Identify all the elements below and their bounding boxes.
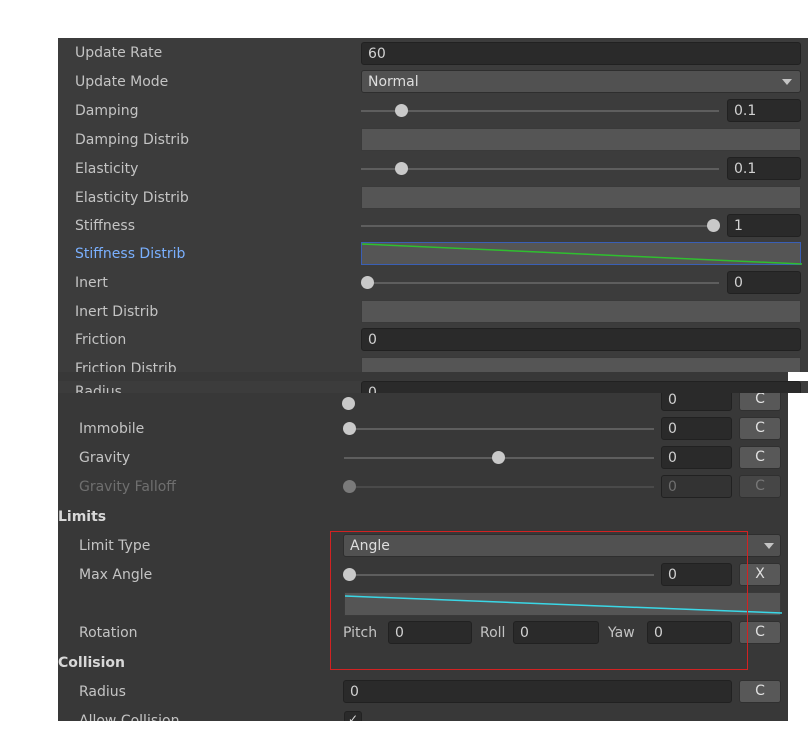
front-radius-row: Radius 0 — [58, 381, 808, 393]
inert-distrib-label: Inert Distrib — [75, 304, 159, 320]
gravity-falloff-slider-knob — [343, 480, 356, 493]
gravity-label: Gravity — [79, 450, 131, 466]
elasticity-label: Elasticity — [75, 161, 139, 177]
damping-slider-knob[interactable] — [395, 104, 408, 117]
inert-label: Inert — [75, 275, 108, 291]
damping-label: Damping — [75, 103, 139, 119]
update-mode-label: Update Mode — [75, 74, 169, 90]
update-rate-label: Update Rate — [75, 45, 163, 61]
gravity-falloff-c-button: C — [739, 475, 781, 498]
damping-value-field[interactable]: 0.1 — [727, 99, 801, 122]
immobile-slider-track[interactable] — [348, 428, 654, 430]
update-rate-field[interactable]: 60 — [361, 42, 801, 65]
gravity-falloff-slider-track — [348, 486, 654, 488]
friction-distrib-curve-field[interactable] — [361, 357, 801, 372]
allow-collision-clip: Allow Collision ✓ — [58, 709, 788, 721]
stiffness-value-field[interactable]: 1 — [727, 214, 801, 237]
front-radius-field[interactable]: 0 — [361, 381, 801, 393]
collision-radius-field[interactable]: 0 — [343, 680, 732, 703]
stiffness-slider-knob[interactable] — [707, 219, 720, 232]
friction-distrib-label: Friction Distrib — [75, 361, 177, 372]
inert-value-field[interactable]: 0 — [727, 271, 801, 294]
limits-section-header[interactable]: Limits — [58, 508, 106, 526]
collision-radius-label: Radius — [79, 684, 126, 700]
allow-collision-label: Allow Collision — [79, 713, 180, 721]
immobile-slider-knob[interactable] — [343, 422, 356, 435]
inert-slider-track[interactable] — [367, 282, 719, 284]
stiffness-distrib-curve-field[interactable] — [361, 242, 802, 265]
inert-slider-knob[interactable] — [361, 276, 374, 289]
gravity-falloff-value-field: 0 — [661, 475, 732, 498]
stiffness-distrib-label: Stiffness Distrib — [75, 246, 186, 262]
front-inspector-panel: Update Rate 60 Update Mode Normal Dampin… — [58, 38, 808, 372]
immobile-c-button[interactable]: C — [739, 417, 781, 440]
chevron-down-icon — [764, 543, 774, 549]
stiffness-distrib-curve — [362, 243, 802, 265]
rotation-label: Rotation — [79, 625, 138, 641]
limit-type-label: Limit Type — [79, 538, 151, 554]
stiffness-slider-track[interactable] — [361, 225, 719, 227]
gravity-falloff-label: Gravity Falloff — [79, 479, 176, 495]
front-radius-label: Radius — [75, 384, 122, 393]
immobile-value-field[interactable]: 0 — [661, 417, 732, 440]
elasticity-value-field[interactable]: 0.1 — [727, 157, 801, 180]
elasticity-slider-track[interactable] — [361, 168, 719, 170]
stiffness-label: Stiffness — [75, 218, 135, 234]
chevron-down-icon — [782, 79, 792, 85]
damping-distrib-label: Damping Distrib — [75, 132, 189, 148]
elasticity-slider-knob[interactable] — [395, 162, 408, 175]
highlight-rectangle — [330, 531, 748, 670]
damping-slider-track[interactable] — [361, 110, 719, 112]
inert-distrib-curve-field[interactable] — [361, 300, 801, 323]
collision-radius-c-button[interactable]: C — [739, 680, 781, 703]
collision-section-header[interactable]: Collision — [58, 654, 125, 672]
update-mode-dropdown[interactable]: Normal — [361, 70, 801, 93]
gravity-c-button[interactable]: C — [739, 446, 781, 469]
friction-label: Friction — [75, 332, 127, 348]
gravity-slider-knob[interactable] — [492, 451, 505, 464]
immobile-label: Immobile — [79, 421, 145, 437]
gravity-value-field[interactable]: 0 — [661, 446, 732, 469]
damping-distrib-curve-field[interactable] — [361, 128, 801, 151]
elasticity-distrib-curve-field[interactable] — [361, 186, 801, 209]
partial-slider-knob[interactable] — [342, 397, 355, 410]
max-angle-label: Max Angle — [79, 567, 153, 583]
elasticity-distrib-label: Elasticity Distrib — [75, 190, 189, 206]
allow-collision-checkbox[interactable]: ✓ — [344, 711, 362, 721]
friction-field[interactable]: 0 — [361, 328, 801, 351]
